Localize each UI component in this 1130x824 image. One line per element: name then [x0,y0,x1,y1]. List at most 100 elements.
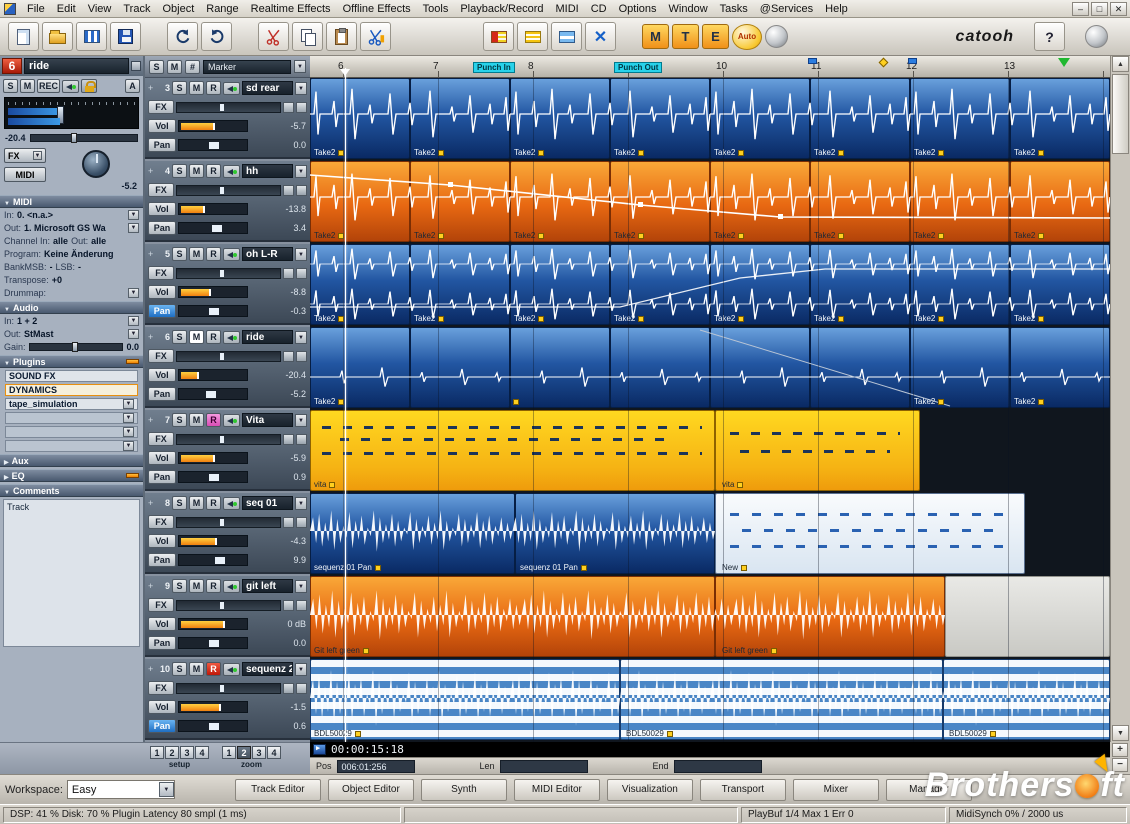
fx-button[interactable]: FX [4,148,46,163]
record-button[interactable]: R [206,81,221,95]
audio-clip[interactable] [710,327,810,408]
dropdown-icon[interactable] [128,223,139,233]
audio-clip[interactable] [310,576,715,657]
fx-option-button[interactable] [283,434,294,445]
scroll-down-icon[interactable] [1112,725,1129,741]
fx-button[interactable]: FX [148,349,174,363]
audio-clip[interactable] [710,161,810,242]
vertical-scrollbar[interactable] [1110,56,1130,742]
plugin-slot-dynamics[interactable]: DYNAMICS [5,384,138,396]
audio-clip[interactable] [943,659,1110,740]
volume-fader[interactable] [178,701,248,713]
audio-clip[interactable] [610,161,710,242]
scroll-up-icon[interactable] [1112,56,1129,72]
pan-knob[interactable] [82,150,110,178]
fx-button[interactable]: FX [148,266,174,280]
volume-button[interactable]: Vol [148,534,176,548]
audio-clip[interactable] [410,244,510,325]
yellow-marker-icon[interactable] [879,58,889,68]
pan-button[interactable]: Pan [148,553,176,567]
copy-button[interactable] [292,22,323,51]
lock-icon[interactable] [81,79,97,93]
audio-clip[interactable] [310,659,620,740]
audio-clip[interactable] [715,576,945,657]
audio-clip[interactable] [810,327,910,408]
audio-clip[interactable] [1010,78,1110,159]
audio-clip[interactable] [1010,161,1110,242]
pan-fader[interactable] [178,222,248,234]
fx-slider[interactable] [176,683,281,694]
mute-button[interactable]: M [189,330,204,344]
audio-clip[interactable] [310,327,410,408]
arrangement-area[interactable]: 6 7 8 9 10 11 12 13 Punch In Punch Out T… [310,56,1110,742]
project-window-button[interactable] [76,22,107,51]
menu-view[interactable]: View [82,2,118,16]
midi-channel-in-value[interactable]: alle [53,236,68,246]
synth-button[interactable]: Synth [421,779,507,801]
solo-button[interactable]: S [172,164,187,178]
pan-fader[interactable] [178,720,248,732]
record-button[interactable]: R [206,496,221,510]
workspace-select[interactable]: Easy [67,780,175,799]
midi-clip[interactable] [715,493,1025,574]
track-name[interactable]: sd rear [242,81,293,95]
play-cursor[interactable] [345,68,346,742]
expand-icon[interactable] [148,498,155,508]
dropdown-icon[interactable] [128,316,139,326]
fx-option-button[interactable] [296,517,307,528]
fx-option-button[interactable] [296,683,307,694]
chevron-down-icon[interactable] [295,663,307,676]
blue-marker-icon[interactable] [808,58,817,64]
speaker-icon[interactable] [223,497,240,510]
track-name[interactable]: git left [242,579,293,593]
volume-fader[interactable] [178,618,248,630]
audio-clip[interactable] [1010,244,1110,325]
chevron-down-icon[interactable] [295,82,307,95]
catooh-logo[interactable]: catooh [956,28,1014,46]
fx-option-button[interactable] [296,185,307,196]
menu-cd[interactable]: CD [585,2,613,16]
pan-fader[interactable] [178,471,248,483]
audio-clip[interactable] [410,327,510,408]
pan-fader[interactable] [178,305,248,317]
fx-button[interactable]: FX [148,100,174,114]
fx-option-button[interactable] [283,268,294,279]
speaker-icon[interactable] [223,414,240,427]
fx-button[interactable]: FX [148,183,174,197]
fx-option-button[interactable] [296,600,307,611]
volume-button[interactable]: Vol [148,368,176,382]
plugins-section-header[interactable]: Plugins [0,355,143,368]
menu-midi[interactable]: MIDI [549,2,584,16]
fx-button[interactable]: FX [148,681,174,695]
paste-button[interactable] [326,22,357,51]
new-file-button[interactable] [8,22,39,51]
fx-option-button[interactable] [283,683,294,694]
fx-option-button[interactable] [296,268,307,279]
fx-option-button[interactable] [283,351,294,362]
pan-fader[interactable] [178,637,248,649]
volume-fader[interactable] [178,203,248,215]
setup-4-button[interactable]: 4 [195,746,209,759]
expand-icon[interactable] [148,581,155,591]
menu-options[interactable]: Options [613,2,663,16]
audio-clip[interactable] [945,576,1110,657]
chevron-down-icon[interactable] [295,580,307,593]
speaker-icon[interactable] [223,580,240,593]
fx-option-button[interactable] [296,351,307,362]
expand-icon[interactable] [148,664,155,674]
zoom-1-button[interactable]: 1 [222,746,236,759]
scrollbar-thumb[interactable] [1112,74,1129,154]
audio-clip[interactable] [410,161,510,242]
pos-field[interactable]: 006:01:256 [337,760,415,773]
fx-button[interactable]: FX [148,598,174,612]
fx-option-button[interactable] [283,600,294,611]
auto-button[interactable]: Auto [732,24,762,50]
end-marker-icon[interactable] [1058,58,1070,67]
mute-button[interactable]: M [189,496,204,510]
plugin-slot-tape-simulation[interactable]: tape_simulation [5,398,138,410]
midi-clip[interactable] [310,410,715,491]
mute-button[interactable]: M [20,79,35,93]
speaker-icon[interactable] [223,165,240,178]
timeline-ruler[interactable]: 6 7 8 9 10 11 12 13 Punch In Punch Out [310,56,1110,78]
track-name[interactable]: Vita [242,413,293,427]
